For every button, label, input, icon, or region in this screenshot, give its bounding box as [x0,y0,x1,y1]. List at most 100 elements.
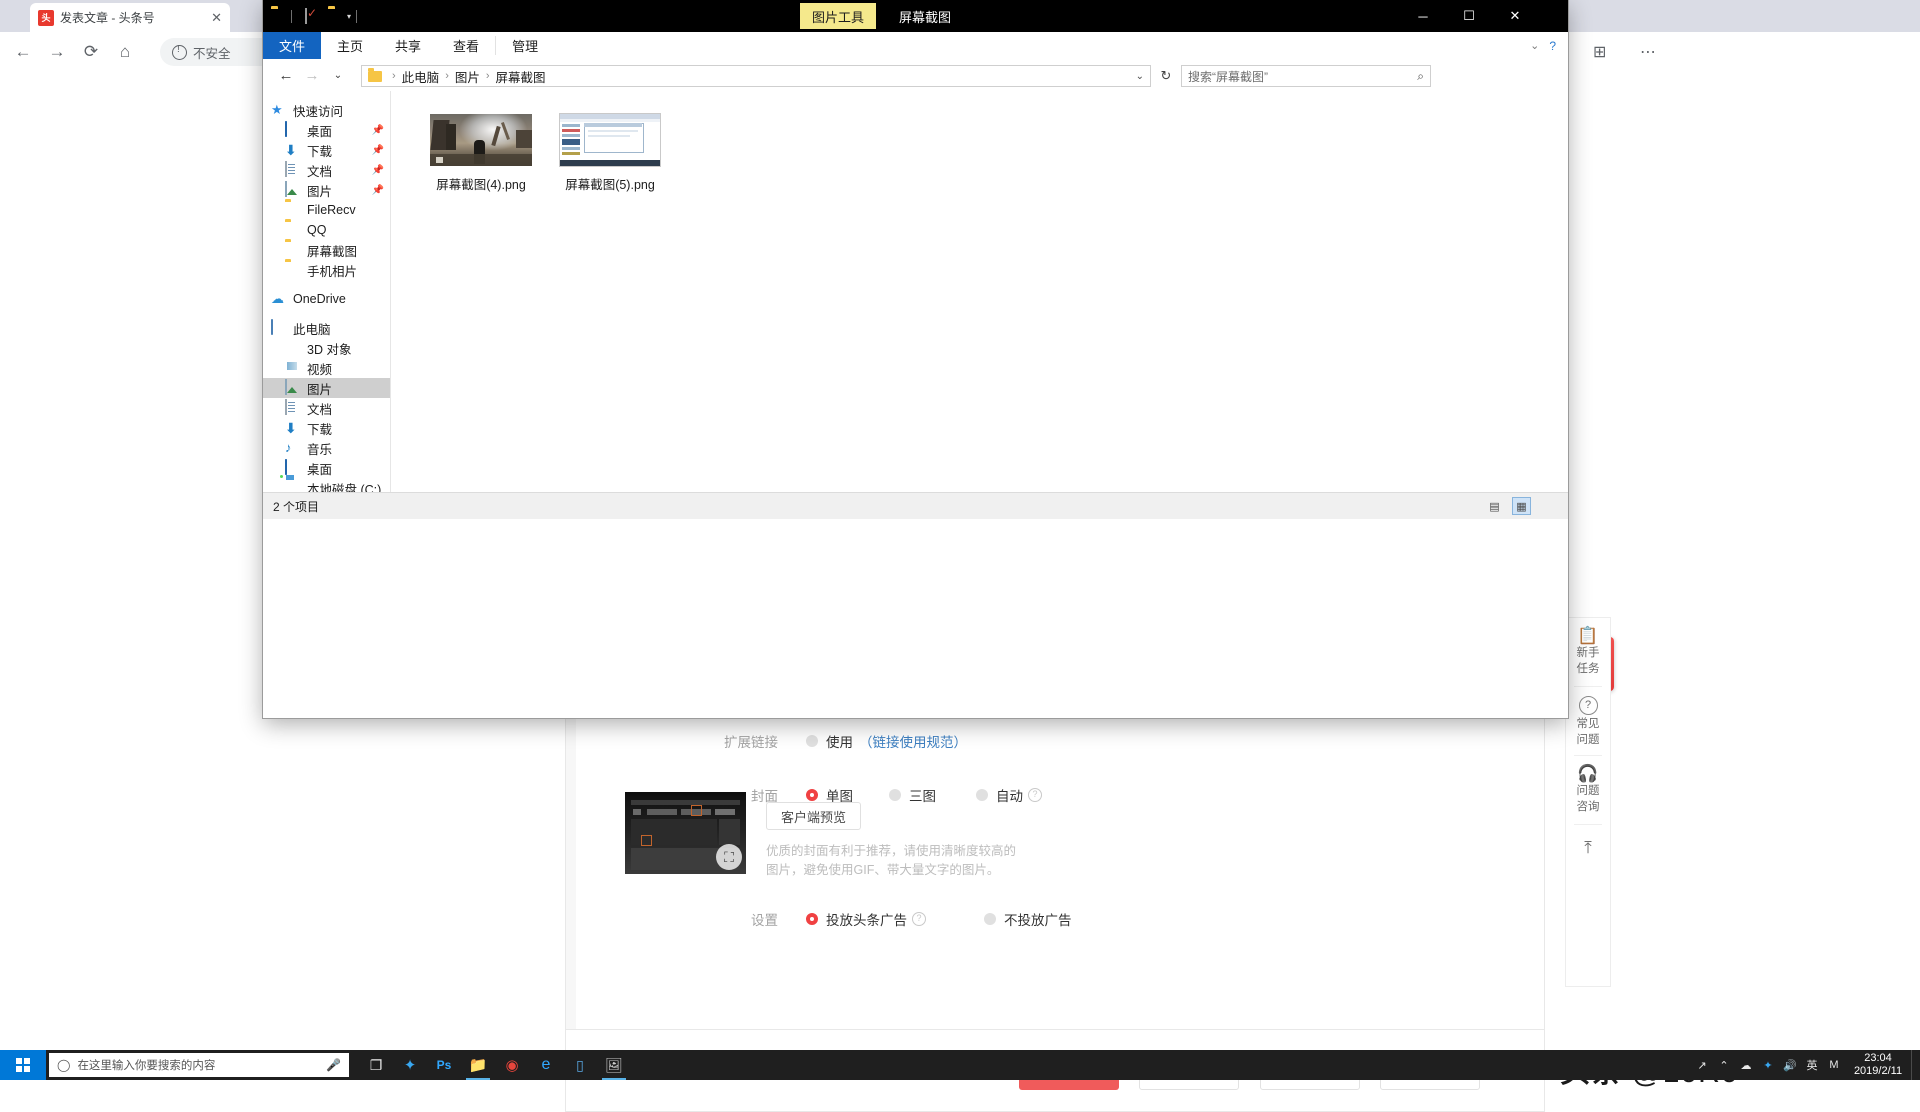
nav-label: 本地磁盘 (C:) [307,482,382,493]
ime-mode-icon[interactable]: M [1823,1050,1845,1080]
cover-image-thumbnail[interactable]: ⛶ [625,792,746,874]
ribbon-collapse-icon[interactable]: ⌄ [1524,32,1545,59]
headset-icon: 🎧 [1577,764,1599,783]
nav-back-icon[interactable]: ← [273,62,299,88]
nav-item-downloads[interactable]: ⬇ 下载 📌 [263,140,390,160]
search-icon[interactable]: ⌕ [1417,69,1424,84]
security-icon[interactable]: ✦ [1757,1050,1779,1080]
help-icon[interactable]: ? [1028,788,1042,802]
pin-icon[interactable]: 📌 [372,165,384,176]
tab-close-icon[interactable]: ✕ [205,10,222,26]
radio-cover-triple[interactable]: 三图 [889,785,936,805]
reload-icon[interactable]: ⟳ [74,35,108,69]
media-player-icon[interactable]: ◉ [495,1050,529,1080]
client-preview-button[interactable]: 客户端预览 [766,802,862,830]
nav-item-pictures-pc[interactable]: 图片 [263,378,390,398]
extensions-icon[interactable]: ⊞ [1593,38,1606,66]
file-explorer-icon[interactable]: 📁 [461,1050,495,1080]
start-button[interactable] [0,1050,46,1080]
row-extended-link: 扩展链接 使用 （链接使用规范） [566,731,1544,751]
rail-item-faq[interactable]: ? 常见 问题 [1566,687,1610,755]
nav-item-filerecv[interactable]: FileRecv [263,200,390,220]
maximize-button[interactable]: ☐ [1446,0,1492,32]
minimize-button[interactable]: ─ [1400,0,1446,32]
large-icons-view-button[interactable]: ▦ [1512,497,1531,515]
nav-item-screenshots[interactable]: 屏幕截图 [263,240,390,260]
details-view-button[interactable]: ▤ [1485,497,1504,515]
link-usage-spec[interactable]: （链接使用规范） [859,731,967,751]
radio-no-ads[interactable]: 不投放广告 [984,909,1072,929]
close-button[interactable]: ✕ [1492,0,1538,32]
recent-locations-icon[interactable]: ⌄ [325,62,351,88]
ribbon-tab-file[interactable]: 文件 [263,32,322,59]
forward-icon[interactable]: → [40,35,74,69]
clock[interactable]: 23:04 2019/2/11 [1845,1050,1911,1080]
volume-icon[interactable]: 🔊 [1779,1050,1801,1080]
chevron-down-icon[interactable]: ⌄ [1136,71,1144,82]
crop-icon[interactable]: ⛶ [716,844,742,870]
nav-group-onedrive[interactable]: ☁ OneDrive [263,289,390,309]
radio-show-ads[interactable]: 投放头条广告 ? [806,909,926,929]
photos-icon[interactable]: 🖼 [597,1050,631,1080]
share-icon[interactable]: ↗ [1691,1050,1713,1080]
breadcrumb-item-screenshots[interactable]: 屏幕截图 [496,67,546,86]
photoshop-icon[interactable]: Ps [427,1050,461,1080]
properties-checklist-icon[interactable] [305,8,320,24]
help-icon[interactable]: ? [1545,32,1568,59]
taskbar-search-box[interactable]: ◯ 在这里输入你要搜索的内容 🎤 [49,1053,349,1077]
pin-icon[interactable]: 📌 [372,145,384,156]
rail-item-consult[interactable]: 🎧 问题 咨询 [1566,756,1610,824]
show-desktop-button[interactable] [1911,1050,1920,1080]
nav-item-3d-objects[interactable]: 3D 对象 [263,338,390,358]
edge-icon[interactable]: e [529,1050,563,1080]
browser-tab[interactable]: 头 发表文章 - 头条号 ✕ [30,3,230,32]
file-item[interactable]: 屏幕截图(4).png [427,111,535,193]
nav-item-desktop[interactable]: 桌面 📌 [263,120,390,140]
breadcrumb-item-this-pc[interactable]: 此电脑 [402,67,440,86]
help-icon[interactable]: ? [912,912,926,926]
nav-item-downloads-pc[interactable]: ⬇ 下载 [263,418,390,438]
pin-icon[interactable]: 📌 [372,125,384,136]
browser-menu-icon[interactable]: ⋯ [1640,38,1656,66]
ribbon-tab-share[interactable]: 共享 [379,32,437,59]
nav-group-quick-access[interactable]: ★ 快速访问 [263,100,390,120]
refresh-icon[interactable]: ↻ [1156,65,1176,87]
home-icon[interactable]: ⌂ [108,35,142,69]
back-icon[interactable]: ← [6,35,40,69]
chevron-down-icon[interactable]: ▾ [347,12,351,21]
breadcrumb-item-pictures[interactable]: 图片 [455,67,480,86]
breadcrumb[interactable]: › 此电脑 › 图片 › 屏幕截图 ⌄ [361,65,1151,87]
file-item[interactable]: 屏幕截图(5).png [556,111,664,193]
nav-item-qq[interactable]: QQ [263,220,390,240]
ribbon-tab-home[interactable]: 主页 [321,32,379,59]
quick-access-folder-icon[interactable] [271,9,286,23]
explorer-title-bar[interactable]: ▾ 图片工具 屏幕截图 ─ ☐ ✕ [263,0,1568,32]
microphone-icon[interactable]: 🎤 [326,1058,341,1072]
explorer-file-list[interactable]: 屏幕截图(4).png 屏幕截图(5).png [391,91,1568,492]
new-folder-icon[interactable] [328,9,343,23]
phone-link-icon[interactable]: ▯ [563,1050,597,1080]
ribbon-tab-manage[interactable]: 管理 [496,32,554,59]
nav-item-documents[interactable]: 文档 📌 [263,160,390,180]
nav-item-videos[interactable]: 视频 [263,358,390,378]
radio-cover-auto[interactable]: 自动 ? [976,785,1042,805]
onedrive-icon[interactable]: ☁ [1735,1050,1757,1080]
nav-item-pictures[interactable]: 图片 📌 [263,180,390,200]
nav-group-this-pc[interactable]: 此电脑 [263,318,390,338]
store-icon[interactable]: ✦ [393,1050,427,1080]
ribbon-context-tab-picture-tools[interactable]: 图片工具 [800,3,877,29]
ime-language-icon[interactable]: 英 [1801,1050,1823,1080]
nav-item-documents-pc[interactable]: 文档 [263,398,390,418]
nav-item-phone-photos[interactable]: 手机相片 [263,260,390,280]
search-input[interactable]: 搜索“屏幕截图” ⌕ [1181,65,1431,87]
pin-icon[interactable]: 📌 [372,185,384,196]
rail-item-back-to-top[interactable]: ⤒ [1566,825,1610,871]
task-view-icon[interactable]: ❐ [359,1050,393,1080]
rail-item-newbie-task[interactable]: 📋 新手 任务 [1566,618,1610,686]
nav-item-drive-c[interactable]: 本地磁盘 (C:) [263,478,390,493]
chevron-up-icon[interactable]: ⌃ [1713,1050,1735,1080]
nav-item-music[interactable]: ♪ 音乐 [263,438,390,458]
radio-use-link[interactable]: 使用 [806,731,853,751]
nav-label: 快速访问 [293,104,344,119]
ribbon-tab-view[interactable]: 查看 [437,32,495,59]
